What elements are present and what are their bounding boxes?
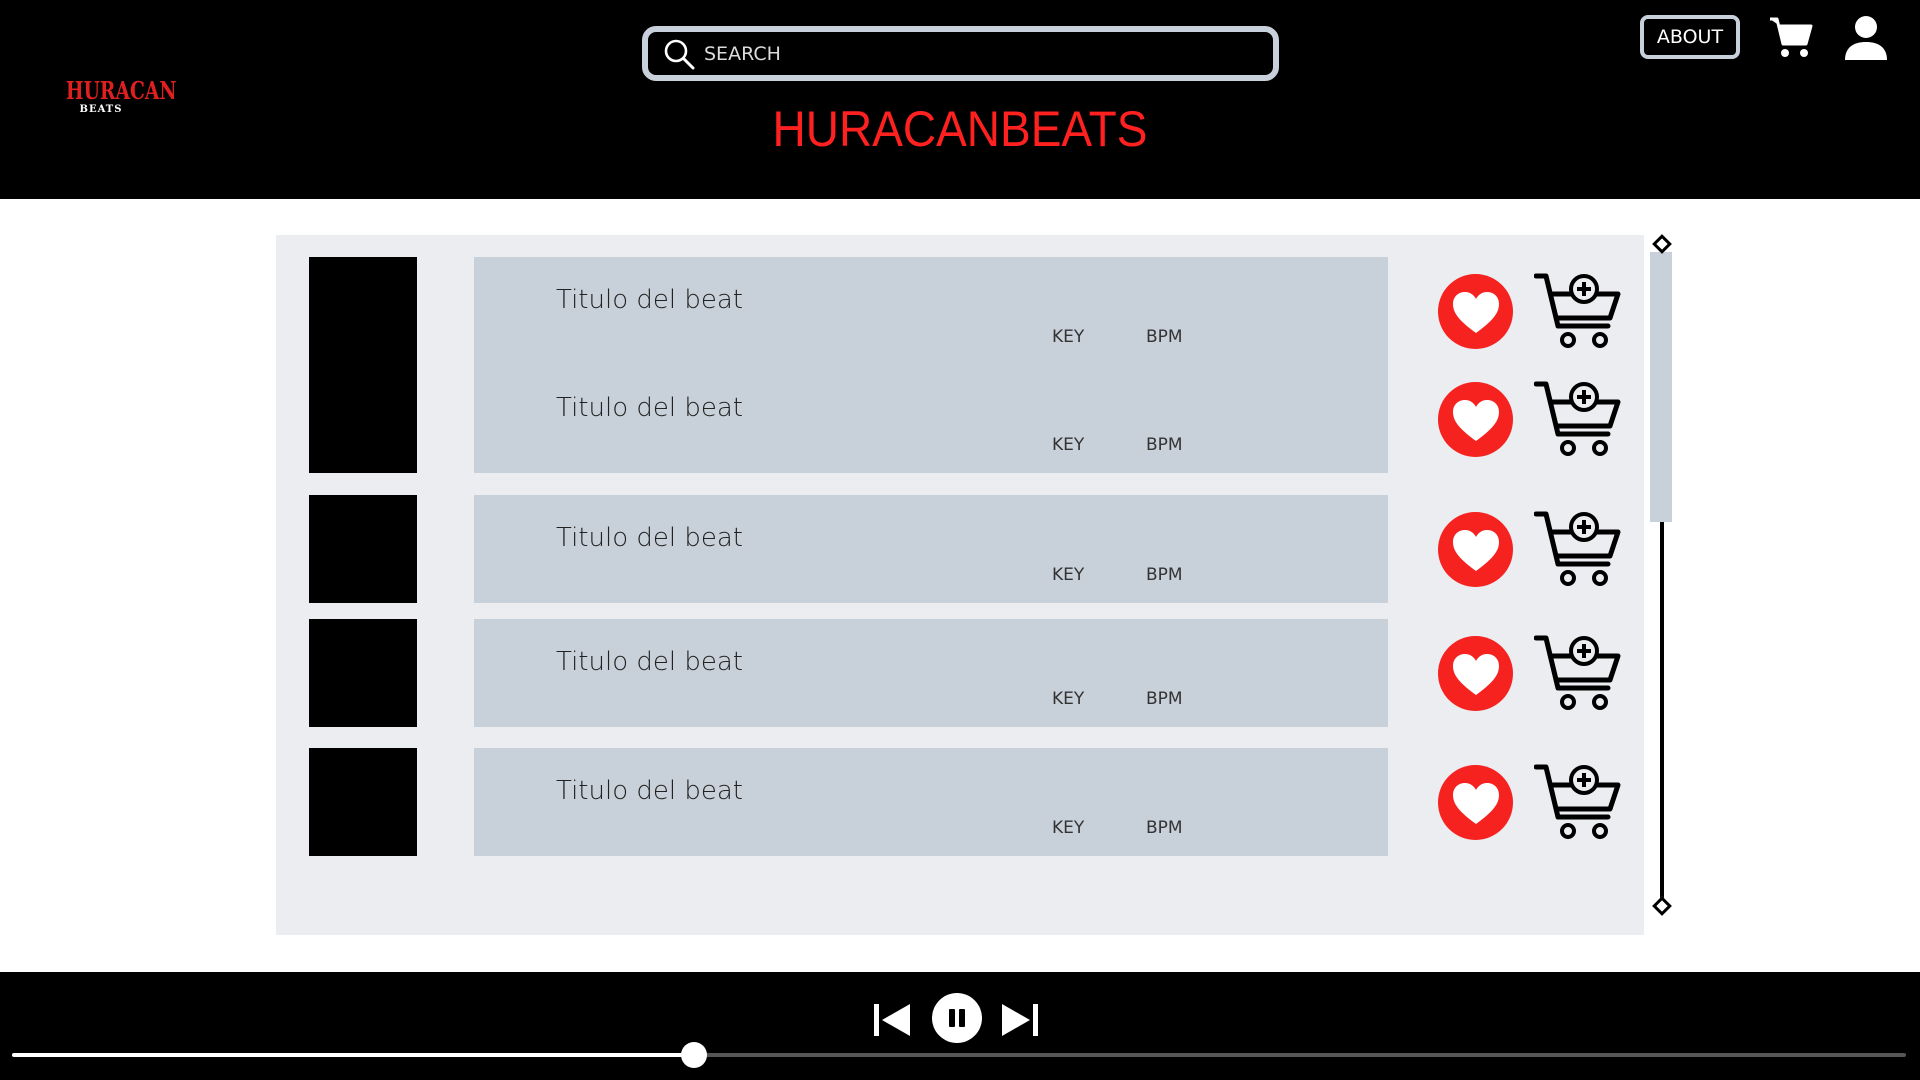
scroll-down-handle[interactable]	[1652, 896, 1672, 916]
beat-row: Titulo del beat KEY BPM	[276, 365, 1644, 473]
site-title: HURACANBEATS	[772, 101, 1148, 157]
favorite-button[interactable]	[1438, 512, 1513, 587]
heart-icon	[1452, 291, 1499, 333]
beat-bpm-label: BPM	[1146, 689, 1183, 709]
beat-row: Titulo del beat KEY BPM	[276, 619, 1644, 727]
add-to-cart-icon[interactable]	[1534, 378, 1622, 458]
beat-bpm-label: BPM	[1146, 565, 1183, 585]
favorite-button[interactable]	[1438, 636, 1513, 711]
about-button[interactable]: ABOUT	[1640, 15, 1740, 59]
logo[interactable]: HURACAN BEATS	[56, 76, 177, 116]
skip-next-icon[interactable]	[1000, 1000, 1040, 1040]
beat-list-panel: Titulo del beat KEY BPM Titulo del beat KEY B…	[276, 235, 1644, 935]
favorite-button[interactable]	[1438, 382, 1513, 457]
beat-card[interactable]: Titulo del beat KEY BPM	[474, 619, 1388, 727]
add-to-cart-icon[interactable]	[1534, 761, 1622, 841]
beat-key-label: KEY	[1052, 689, 1085, 709]
beat-title: Titulo del beat	[556, 285, 743, 315]
beat-card[interactable]: Titulo del beat KEY BPM	[474, 495, 1388, 603]
search-icon	[664, 39, 695, 69]
beat-card[interactable]: Titulo del beat KEY BPM	[474, 365, 1388, 473]
beat-bpm-label: BPM	[1146, 818, 1183, 838]
beat-title: Titulo del beat	[556, 523, 743, 553]
add-to-cart-icon[interactable]	[1534, 270, 1622, 350]
progress-fill	[12, 1053, 694, 1057]
progress-knob[interactable]	[681, 1042, 707, 1068]
beat-card[interactable]: Titulo del beat KEY BPM	[474, 748, 1388, 856]
skip-previous-icon[interactable]	[872, 1000, 912, 1040]
beat-row: Titulo del beat KEY BPM	[276, 495, 1644, 603]
cart-icon[interactable]	[1768, 14, 1814, 60]
beat-cover-art[interactable]	[309, 495, 417, 603]
beat-bpm-label: BPM	[1146, 435, 1183, 455]
favorite-button[interactable]	[1438, 274, 1513, 349]
logo-sub-text: BEATS	[79, 104, 123, 115]
heart-icon	[1452, 529, 1499, 571]
beat-key-label: KEY	[1052, 327, 1085, 347]
beat-title: Titulo del beat	[556, 776, 743, 806]
pause-icon	[949, 1009, 965, 1027]
scroll-up-handle[interactable]	[1652, 234, 1672, 254]
favorite-button[interactable]	[1438, 765, 1513, 840]
heart-icon	[1452, 399, 1499, 441]
beat-bpm-label: BPM	[1146, 327, 1183, 347]
beat-title: Titulo del beat	[556, 647, 743, 677]
heart-icon	[1452, 653, 1499, 695]
pause-button[interactable]	[932, 993, 982, 1043]
beat-cover-art[interactable]	[309, 619, 417, 727]
logo-main-text: HURACAN	[65, 76, 177, 105]
search-bar[interactable]	[642, 26, 1279, 81]
beat-key-label: KEY	[1052, 818, 1085, 838]
header: HURACAN BEATS HURACANBEATS ABOUT	[0, 0, 1920, 199]
beat-key-label: KEY	[1052, 435, 1085, 455]
beat-title: Titulo del beat	[556, 393, 743, 423]
search-input[interactable]	[704, 42, 1224, 65]
beat-cover-art[interactable]	[309, 748, 417, 856]
scrollbar-thumb[interactable]	[1650, 252, 1672, 522]
add-to-cart-icon[interactable]	[1534, 632, 1622, 712]
add-to-cart-icon[interactable]	[1534, 508, 1622, 588]
beat-row: Titulo del beat KEY BPM	[276, 257, 1644, 365]
user-icon[interactable]	[1842, 14, 1890, 62]
beat-row: Titulo del beat KEY BPM	[276, 748, 1644, 856]
beat-card[interactable]: Titulo del beat KEY BPM	[474, 257, 1388, 365]
heart-icon	[1452, 782, 1499, 824]
beat-key-label: KEY	[1052, 565, 1085, 585]
beat-cover-art[interactable]	[309, 365, 417, 473]
beat-cover-art[interactable]	[309, 257, 417, 365]
